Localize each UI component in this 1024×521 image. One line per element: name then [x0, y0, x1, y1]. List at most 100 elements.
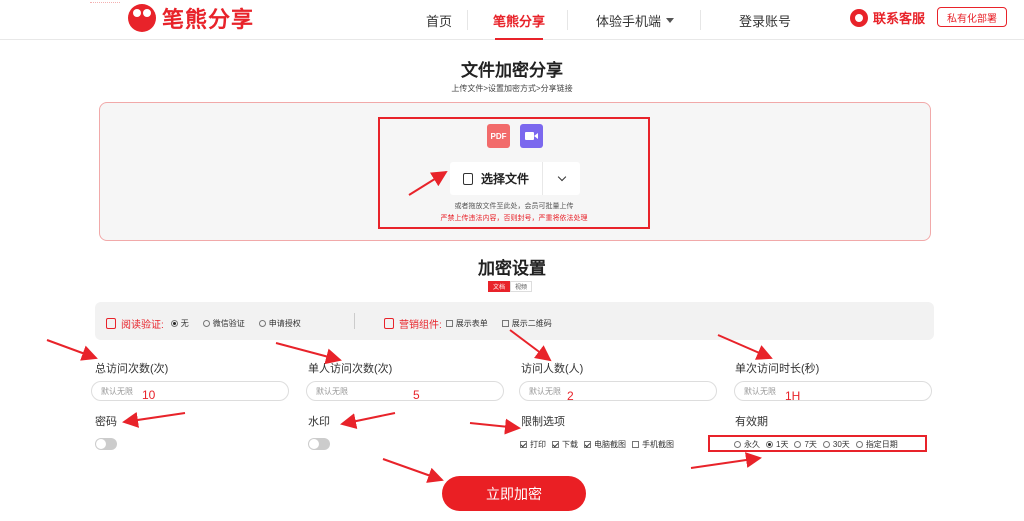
checkbox-label: 电脑截图: [594, 440, 626, 449]
checkbox-label: 下载: [562, 440, 578, 449]
encrypt-button[interactable]: 立即加密: [442, 476, 586, 511]
total-visits-label: 总访问次数(次): [95, 363, 169, 375]
validity-forever[interactable]: 永久: [734, 439, 760, 450]
radio-icon: [822, 441, 830, 448]
choose-file-group: 选择文件: [450, 162, 580, 195]
restrictions-label: 限制选项: [521, 416, 565, 428]
arrow-icon: [469, 418, 521, 435]
decoration: [90, 2, 120, 16]
nav-mobile-label: 体验手机端: [595, 13, 661, 29]
watermark-label: 水印: [308, 416, 330, 428]
file-icon: [462, 172, 473, 185]
password-label: 密码: [95, 416, 117, 428]
annotation-text: 2: [567, 389, 574, 403]
restrict-mobile-screenshot[interactable]: 手机截图: [632, 439, 674, 450]
radio-selected-icon: [170, 320, 178, 327]
radio-label: 7天: [804, 440, 817, 449]
watermark-toggle[interactable]: [308, 438, 330, 450]
radio-icon: [855, 441, 863, 448]
radio-icon: [202, 320, 210, 327]
nav-divider: [567, 10, 568, 30]
top-header: 笔熊分享 首页 笔熊分享 体验手机端 登录账号 联系客服 私有化部署: [0, 0, 1024, 40]
steps-breadcrumb: 上传文件>设置加密方式>分享链接: [451, 84, 573, 93]
page-title: 文件加密分享: [461, 61, 563, 80]
visit-duration-label: 单次访问时长(秒): [735, 363, 820, 375]
service-label: 联系客服: [873, 11, 926, 26]
per-person-visits-input[interactable]: 默认无限: [306, 381, 504, 401]
arrow-icon: [46, 339, 98, 361]
read-verify-wechat[interactable]: 微信验证: [202, 318, 245, 329]
total-visits-input[interactable]: 默认无限: [91, 381, 289, 401]
restrict-download[interactable]: 下载: [552, 439, 578, 450]
marketing-form[interactable]: 展示表单: [445, 318, 488, 329]
upload-hint: 或者拖放文件至此处，会员可批量上传: [454, 203, 574, 210]
nav-mobile[interactable]: 体验手机端: [590, 0, 680, 40]
radio-label: 1天: [776, 440, 789, 449]
validity-1day[interactable]: 1天: [766, 439, 788, 450]
nav-home[interactable]: 首页: [418, 0, 460, 40]
logo[interactable]: 笔熊分享: [128, 3, 254, 33]
checkbox-icon: [632, 441, 639, 448]
checkbox-checked-icon: [552, 441, 559, 448]
radio-label: 指定日期: [865, 440, 898, 449]
chevron-down-icon: [557, 172, 566, 182]
choose-file-dropdown[interactable]: [543, 162, 580, 195]
checkbox-label: 展示表单: [455, 319, 488, 328]
validity-30days[interactable]: 30天: [822, 439, 850, 450]
radio-label: 无: [180, 319, 189, 328]
arrow-icon: [340, 412, 396, 429]
radio-label: 永久: [744, 440, 760, 449]
read-verify-none[interactable]: 无: [170, 318, 189, 329]
pdf-icon: PDF: [487, 124, 510, 148]
annotation-text: 1H: [785, 389, 801, 403]
tab-document[interactable]: 文档: [488, 281, 511, 292]
password-toggle[interactable]: [95, 438, 117, 450]
arrow-icon: [122, 412, 186, 428]
validity-label: 有效期: [735, 416, 768, 428]
validity-7days[interactable]: 7天: [794, 439, 817, 450]
checkbox-label: 手机截图: [642, 440, 674, 449]
marketing-qrcode[interactable]: 展示二维码: [501, 318, 552, 329]
caret-down-icon: [666, 17, 674, 23]
read-verify-apply[interactable]: 申请授权: [258, 318, 301, 329]
restrictions-options: 打印 下载 电脑截图 手机截图: [520, 439, 680, 450]
arrow-icon: [382, 458, 444, 483]
choose-file-button[interactable]: 选择文件: [450, 162, 543, 195]
tab-video[interactable]: 视频: [510, 281, 533, 292]
visitors-label: 访问人数(人): [521, 363, 584, 375]
checkbox-icon: [445, 320, 453, 327]
service-avatar-icon: [850, 8, 868, 27]
restrict-pc-screenshot[interactable]: 电脑截图: [584, 439, 626, 450]
logo-text: 笔熊分享: [162, 7, 255, 32]
annotation-text: 5: [413, 388, 420, 402]
radio-icon: [734, 441, 741, 448]
visitors-input[interactable]: 默认无限: [519, 381, 717, 401]
private-deploy-button[interactable]: 私有化部署: [937, 7, 1007, 27]
marketing-label: 营销组件:: [399, 320, 442, 331]
checkbox-checked-icon: [520, 441, 527, 448]
page: 笔熊分享 首页 笔熊分享 体验手机端 登录账号 联系客服 私有化部署 文件加密分…: [0, 0, 1024, 521]
customer-service-button[interactable]: 联系客服: [850, 8, 925, 27]
nav-share[interactable]: 笔熊分享: [487, 0, 551, 40]
cart-icon: [384, 318, 394, 329]
visit-duration-input[interactable]: 默认无限: [734, 381, 932, 401]
checkbox-checked-icon: [584, 441, 591, 448]
divider: [354, 313, 355, 329]
nav-divider: [700, 10, 701, 30]
arrow-icon: [275, 342, 342, 365]
radio-selected-icon: [766, 441, 773, 448]
read-verify-label: 阅读验证:: [121, 320, 164, 331]
radio-label: 微信验证: [212, 319, 245, 328]
checkbox-label: 打印: [530, 440, 546, 449]
validity-custom-date[interactable]: 指定日期: [855, 439, 898, 450]
annotation-text: 10: [142, 388, 156, 402]
marketing-group: 营销组件: 展示表单 展示二维码: [384, 316, 558, 331]
restrict-print[interactable]: 打印: [520, 439, 546, 450]
nav-login[interactable]: 登录账号: [735, 0, 795, 40]
video-icon: [520, 124, 543, 148]
upload-warning: 严禁上传违法内容，否则封号，严重将依法处理: [440, 215, 588, 222]
arrow-icon: [690, 452, 762, 469]
checkbox-icon: [501, 320, 509, 327]
settings-title: 加密设置: [478, 259, 546, 278]
validity-options: 永久 1天 7天 30天 指定日期: [734, 439, 904, 450]
